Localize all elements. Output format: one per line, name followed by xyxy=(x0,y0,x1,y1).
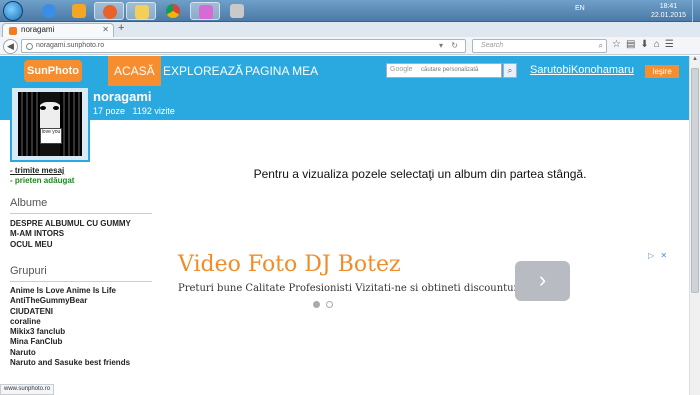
album-title: noragami xyxy=(93,89,152,104)
taskbar-firefox-icon[interactable] xyxy=(94,2,124,20)
album-link[interactable]: M-AM INTORS xyxy=(10,229,131,239)
browser-search-box[interactable]: Search ⌕ xyxy=(472,39,607,53)
group-link[interactable]: AntiTheGummyBear xyxy=(10,296,130,306)
group-link[interactable]: Anime Is Love Anime Is Life xyxy=(10,286,130,296)
url-text: noragami.sunphoto.ro xyxy=(36,42,105,49)
select-album-message: Pentru a vizualiza pozele selectaţi un a… xyxy=(253,167,587,181)
adchoices-icon[interactable]: ▷ ✕ xyxy=(648,251,669,260)
toolbar-icons[interactable]: ☆▤⬇⌂☰ xyxy=(612,39,679,50)
close-tab-icon[interactable]: ✕ xyxy=(102,25,109,34)
group-list: Anime Is Love Anime Is Life AntiTheGummy… xyxy=(10,286,130,368)
windows-taskbar: EN 18:41 22.01.2015 xyxy=(0,0,700,22)
album-list: DESPRE ALBUMUL CU GUMMY M-AM INTORS OCUL… xyxy=(10,219,131,250)
taskbar-ie-icon[interactable] xyxy=(34,2,64,20)
scrollbar-thumb[interactable] xyxy=(691,68,699,293)
album-stats: 17 poze 1192 vizite xyxy=(93,106,175,116)
username-link[interactable]: SarutobiKonohamaru xyxy=(530,64,634,76)
taskbar-app-icon[interactable] xyxy=(190,2,220,20)
photo-count: 17 poze xyxy=(93,106,126,116)
browser-tab[interactable]: noragami ✕ xyxy=(2,23,114,37)
status-bar: www.sunphoto.ro xyxy=(0,384,55,395)
carousel-dot-active[interactable] xyxy=(313,301,320,308)
logout-button[interactable]: Ieşire xyxy=(645,65,679,78)
profile-actions: - trimite mesaj - prieten adăugat xyxy=(10,166,74,186)
group-link[interactable]: Mina FanClub xyxy=(10,337,130,347)
address-bar[interactable]: noragami.sunphoto.ro ▾ ↻ xyxy=(21,39,466,53)
site-header: SunPhoto ACASĂ EXPLOREAZĂ PAGINA MEA Goo… xyxy=(0,56,689,86)
language-indicator[interactable]: EN xyxy=(575,5,585,12)
site-search-placeholder: căutare personalizată xyxy=(421,67,479,73)
show-desktop-button[interactable] xyxy=(692,0,700,22)
nav-exploreaza[interactable]: EXPLOREAZĂ xyxy=(157,56,249,86)
back-arrow-icon[interactable]: ◀ xyxy=(3,39,18,54)
browser-toolbar: ◀ noragami.sunphoto.ro ▾ ↻ Search ⌕ ☆▤⬇⌂… xyxy=(0,37,700,55)
system-tray: EN 18:41 22.01.2015 xyxy=(555,0,700,22)
group-link[interactable]: Naruto xyxy=(10,348,130,358)
album-link[interactable]: OCUL MEU xyxy=(10,240,131,250)
album-link[interactable]: DESPRE ALBUMUL CU GUMMY xyxy=(10,219,131,229)
browser-tab-strip: noragami ✕ + xyxy=(0,22,700,37)
friend-added-status: - prieten adăugat xyxy=(10,176,75,185)
tab-title: noragami xyxy=(21,25,55,34)
divider xyxy=(10,281,152,282)
ad-arrow-button[interactable]: › xyxy=(515,261,570,301)
sunphoto-logo[interactable]: SunPhoto xyxy=(24,60,82,82)
site-search-button[interactable]: ⌕ xyxy=(503,63,517,78)
clock[interactable]: 18:41 22.01.2015 xyxy=(651,2,686,20)
avatar[interactable]: love you xyxy=(10,86,90,162)
site-identity-icon[interactable] xyxy=(26,43,33,50)
avatar-sign: love you xyxy=(40,128,62,144)
taskbar-media-player-icon[interactable] xyxy=(64,2,94,20)
ad-description: Preturi bune Calitate Profesionisti Vizi… xyxy=(178,283,522,294)
taskbar-chrome-icon[interactable] xyxy=(158,2,188,20)
start-button[interactable] xyxy=(3,1,23,21)
vertical-scrollbar[interactable]: ▲ xyxy=(689,56,700,395)
taskbar-paint-icon[interactable] xyxy=(222,2,252,20)
group-link[interactable]: Naruto and Sasuke best friends xyxy=(10,358,130,368)
site-search-input[interactable]: Google căutare personalizată xyxy=(386,63,502,78)
nav-acasa[interactable]: ACASĂ xyxy=(108,56,161,86)
reload-icon[interactable]: ▾ ↻ xyxy=(439,41,461,50)
clock-date: 22.01.2015 xyxy=(650,12,686,19)
group-link[interactable]: coraline xyxy=(10,317,130,327)
taskbar-explorer-icon[interactable] xyxy=(126,2,156,20)
visit-count: 1192 vizite xyxy=(132,106,175,116)
new-tab-button[interactable]: + xyxy=(118,22,124,34)
ad-title-link[interactable]: Video Foto DJ Botez xyxy=(178,252,401,277)
search-placeholder: Search xyxy=(481,42,504,49)
group-link[interactable]: Mikix3 fanclub xyxy=(10,327,130,337)
avatar-image: love you xyxy=(18,92,82,156)
groups-heading: Grupuri xyxy=(10,265,47,277)
albums-heading: Albume xyxy=(10,197,48,209)
carousel-dot[interactable] xyxy=(326,301,333,308)
divider xyxy=(10,213,152,214)
scroll-up-icon[interactable]: ▲ xyxy=(690,56,700,66)
group-link[interactable]: CIUDATENI xyxy=(10,307,130,317)
nav-pagina-mea[interactable]: PAGINA MEA xyxy=(239,56,324,86)
favicon-icon xyxy=(9,27,17,35)
send-message-link[interactable]: - trimite mesaj xyxy=(10,166,74,176)
clock-time: 18:41 xyxy=(659,3,678,10)
search-icon[interactable]: ⌕ xyxy=(599,41,603,51)
google-brand: Google xyxy=(390,66,413,73)
